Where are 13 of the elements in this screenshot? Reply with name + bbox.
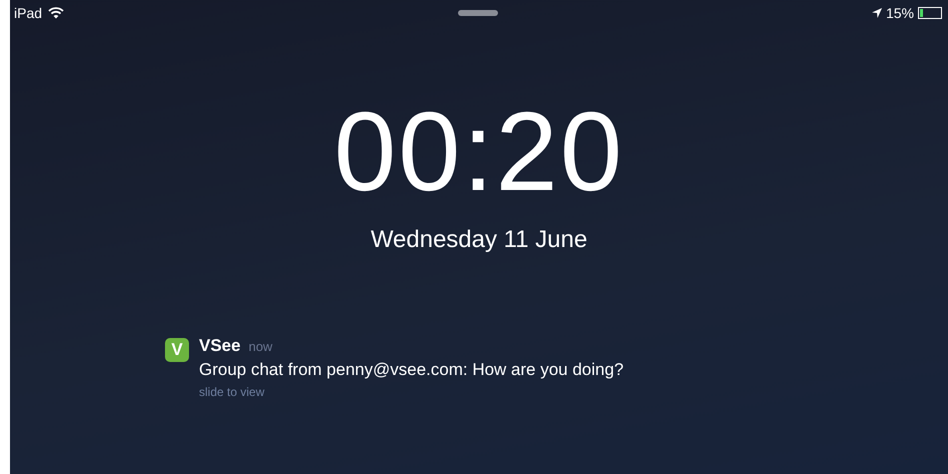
- battery-icon: [918, 7, 942, 19]
- device-name: iPad: [14, 5, 42, 21]
- app-name: VSee: [199, 336, 241, 356]
- clock-date: Wednesday 11 June: [370, 226, 588, 254]
- location-arrow-icon: [872, 8, 882, 18]
- slide-hint[interactable]: slide to view: [199, 385, 624, 399]
- notification-message: Group chat from penny@vsee.com: How are you doing?: [199, 360, 624, 380]
- wifi-icon: [48, 7, 64, 19]
- clock-time: 00:20: [334, 96, 624, 208]
- app-icon: V: [165, 338, 189, 362]
- grabber-handle[interactable]: [458, 10, 498, 16]
- notification-time: now: [248, 339, 272, 354]
- battery-percent: 15%: [886, 5, 914, 21]
